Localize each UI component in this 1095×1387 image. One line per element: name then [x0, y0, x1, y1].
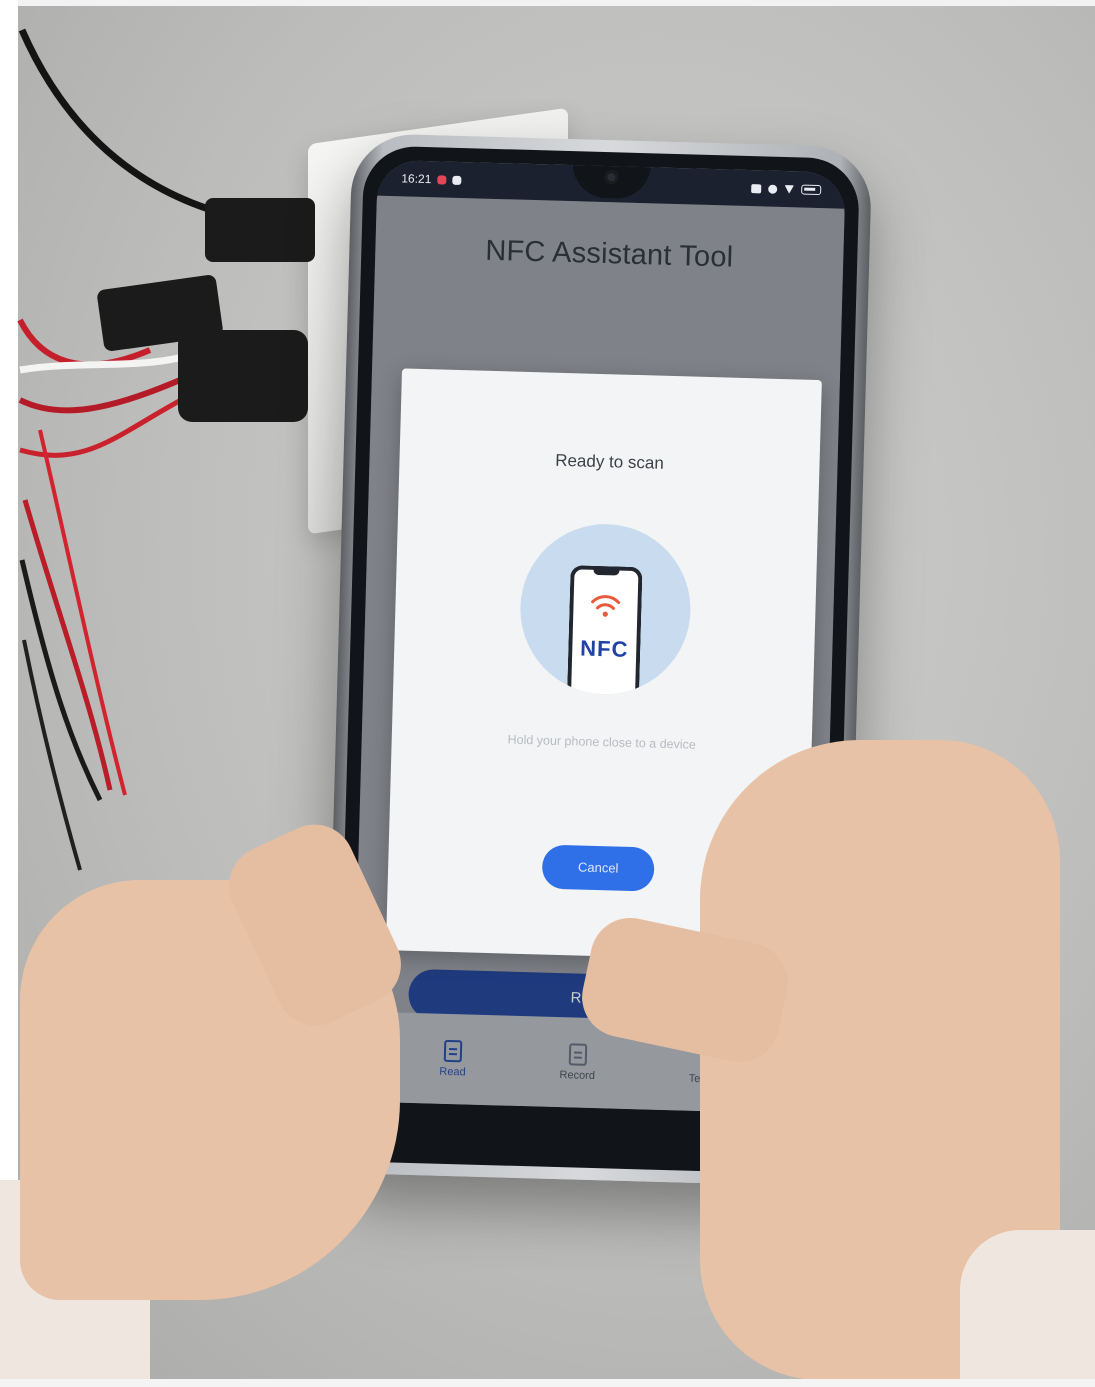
- mini-notch: [593, 568, 620, 576]
- nfc-label: NFC: [579, 635, 629, 662]
- sim-icon: [751, 183, 762, 193]
- connector-plug: [178, 330, 308, 422]
- status-left: 16:21: [401, 171, 462, 187]
- status-right: [751, 183, 822, 196]
- wifi-icon: [784, 185, 794, 194]
- cancel-button[interactable]: Cancel: [541, 844, 655, 892]
- battery-icon: [801, 184, 822, 196]
- right-sleeve: [960, 1230, 1095, 1387]
- camera-icon: [604, 169, 619, 185]
- dialog-title: Ready to scan: [554, 450, 665, 473]
- moon-icon: [768, 184, 778, 194]
- photo-scene: 16:21 NFC Assistant Tool Read Record Rea…: [0, 0, 1095, 1387]
- notification-icon: [452, 175, 462, 185]
- phone-icon: NFC: [567, 565, 643, 696]
- nfc-illustration: NFC: [518, 521, 693, 697]
- nfc-wave-icon: [591, 595, 621, 617]
- bottom-border: [0, 1379, 1095, 1387]
- dialog-hint: Hold your phone close to a device: [507, 732, 697, 752]
- notification-icon: [437, 174, 447, 185]
- status-time: 16:21: [401, 171, 432, 187]
- connector-plug: [205, 198, 315, 262]
